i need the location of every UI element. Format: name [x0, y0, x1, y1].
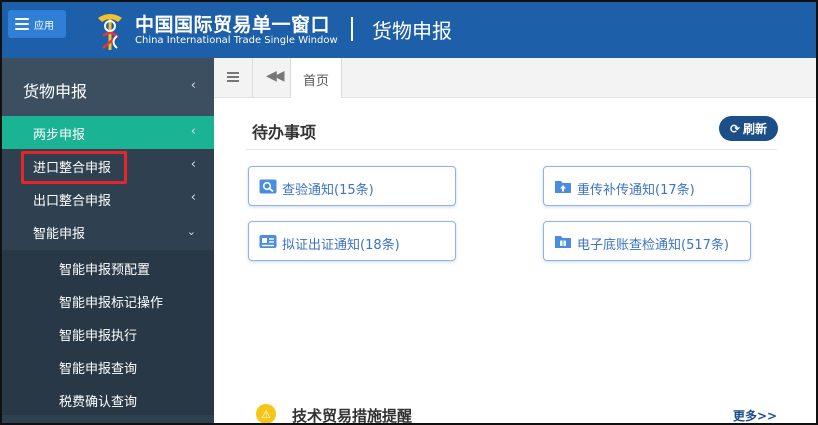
sidebar-header[interactable]: 货物申报 ‹: [2, 58, 214, 116]
sidebar-subitem-preconfig[interactable]: 智能申报预配置: [2, 250, 214, 283]
sidebar-item-label: 两步申报: [33, 128, 86, 143]
todo-card-certificate[interactable]: 拟证出证通知(18条): [248, 221, 456, 261]
refresh-label: 刷新: [743, 122, 768, 136]
todo-card-label: 重传补传通知(17条): [577, 183, 695, 198]
todo-card-reupload[interactable]: 重传补传通知(17条): [543, 166, 751, 206]
sidebar-subitem-label: 智能申报查询: [59, 362, 138, 377]
tech-trade-title: 技术贸易措施提醒: [292, 407, 413, 425]
sidebar-item-label: 出口整合申报: [33, 194, 112, 209]
sidebar: 货物申报 ‹ 两步申报 ‹ 进口整合申报 ‹ 出口整合申报 ‹ 智能申报 ⌄ 智…: [2, 58, 214, 423]
todo-card-label: 电子底账查检通知(517条): [577, 238, 729, 253]
app-window: 应用 中国国际贸易单一窗口 China International Trade …: [0, 0, 818, 425]
sidebar-item-smart[interactable]: 智能申报 ⌄: [2, 215, 214, 248]
sidebar-subitem-label: 税费确认查询: [59, 395, 138, 410]
sidebar-subitem-label: 智能申报预配置: [59, 263, 151, 278]
tab-bar: ◀◀ 首页: [214, 58, 816, 98]
certificate-icon: [259, 235, 277, 248]
hamburger-icon: [15, 18, 29, 30]
tab-home[interactable]: 首页: [291, 58, 341, 98]
tab-divider: [341, 58, 342, 98]
sidebar-item-export[interactable]: 出口整合申报 ‹: [2, 182, 214, 215]
app-menu-label: 应用: [34, 20, 54, 32]
tab-home-label: 首页: [303, 74, 330, 89]
sidebar-subitem-label: 智能申报执行: [59, 329, 138, 344]
chevron-left-icon: ‹: [190, 190, 196, 205]
menu-toggle-icon[interactable]: [227, 72, 239, 82]
more-link[interactable]: 更多>>: [733, 407, 777, 423]
tab-divider: [252, 58, 253, 98]
chevron-left-icon: ‹: [190, 157, 196, 172]
todo-card-label: 拟证出证通知(18条): [282, 238, 400, 253]
bell-icon: ⚠: [256, 404, 276, 423]
app-menu-button[interactable]: 应用: [8, 10, 66, 38]
sidebar-item-two-step[interactable]: 两步申报 ‹: [2, 116, 214, 149]
double-chevron-left-icon[interactable]: ◀◀: [266, 68, 284, 84]
sidebar-subitem-label: 智能申报标记操作: [59, 296, 164, 311]
page-title: 货物申报: [372, 19, 452, 43]
brand-chinese-name: 中国国际贸易单一窗口: [135, 14, 331, 36]
todo-title: 待办事项: [252, 123, 317, 142]
sidebar-subitem-tax[interactable]: 税费确认查询: [2, 382, 214, 415]
brand-english-name: China International Trade Single Window: [135, 35, 338, 46]
customs-logo-icon: [98, 14, 122, 50]
content-panel: [229, 98, 811, 423]
refresh-icon: ⟳: [729, 121, 741, 136]
sidebar-item-label: 智能申报: [33, 227, 86, 242]
divider: [246, 149, 777, 150]
highlight-box: [21, 151, 127, 184]
sidebar-subitem-mark[interactable]: 智能申报标记操作: [2, 283, 214, 316]
inspection-icon: [259, 179, 277, 194]
sidebar-subitem-query[interactable]: 智能申报查询: [2, 349, 214, 382]
todo-card-inspection[interactable]: 查验通知(15条): [248, 166, 456, 206]
chevron-down-icon: ⌄: [186, 225, 196, 238]
top-header: 应用 中国国际贸易单一窗口 China International Trade …: [2, 2, 816, 58]
chevron-left-icon: ‹: [190, 78, 196, 93]
ledger-icon: [555, 236, 571, 248]
todo-card-label: 查验通知(15条): [282, 183, 374, 198]
sidebar-title: 货物申报: [23, 82, 88, 101]
refresh-button[interactable]: ⟳ 刷新: [719, 116, 778, 141]
header-divider: [351, 17, 353, 41]
chevron-left-icon: ‹: [190, 124, 196, 139]
sidebar-subitem-execute[interactable]: 智能申报执行: [2, 316, 214, 349]
upload-icon: [555, 181, 571, 193]
todo-card-ledger[interactable]: 电子底账查检通知(517条): [543, 221, 751, 261]
